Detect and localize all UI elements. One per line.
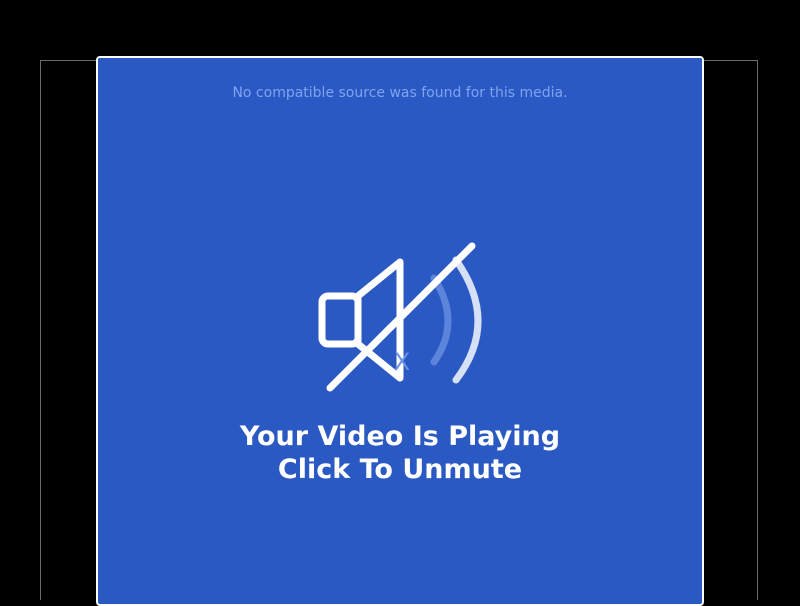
headline-line-2: Click To Unmute <box>277 454 523 485</box>
speaker-body-shape <box>318 292 362 348</box>
click-to-unmute-overlay[interactable]: No compatible source was found for this … <box>96 56 704 606</box>
media-error-message: No compatible source was found for this … <box>232 85 568 101</box>
headline-line-1: Your Video Is Playing <box>239 421 561 452</box>
inner-sound-wave <box>430 274 452 366</box>
unmute-headline[interactable]: Your Video Is Playing Click To Unmute <box>98 420 702 486</box>
outer-sound-wave <box>452 256 482 384</box>
mute-x-glyph: X <box>394 348 410 376</box>
video-stage: No compatible source was found for this … <box>0 0 800 606</box>
speaker-muted-icon[interactable]: X <box>312 238 492 398</box>
